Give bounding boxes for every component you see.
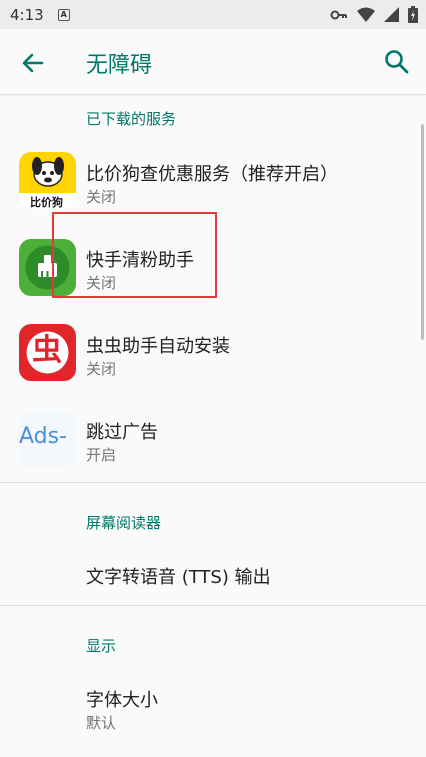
service-item-skip-ads[interactable]: Ads- 跳过广告 开启 [0,402,426,482]
app-bar: 无障碍 [0,29,426,95]
page-title: 无障碍 [86,53,153,78]
chongchong-icon: 虫 [19,324,76,381]
service-status: 开启 [86,446,117,464]
font-size-value: 默认 [86,714,117,732]
bijiagou-icon-label: 比价狗 [30,196,63,209]
vpn-key-icon [330,10,347,19]
section-header-screen-reader: 屏幕阅读器 [86,514,162,532]
search-icon [385,50,409,74]
search-button[interactable] [382,47,412,77]
back-button[interactable] [18,48,48,78]
divider [0,605,426,606]
battery-icon [408,6,418,23]
status-bar: 4:13 A [0,0,426,29]
font-size-item[interactable]: 字体大小 默认 [0,672,426,752]
service-title: 跳过广告 [86,422,158,443]
status-time: 4:13 [10,5,44,24]
chongchong-icon-label: 虫 [32,333,62,368]
tts-output-title: 文字转语音 (TTS) 输出 [86,567,271,588]
bijiagou-icon: 比价狗 [19,152,76,209]
highlight-box [52,212,217,298]
ads-skip-icon: Ads- [19,410,76,467]
tts-output-item[interactable]: 文字转语音 (TTS) 输出 [0,545,426,603]
arrow-back-icon [22,53,44,73]
service-title: 虫虫助手自动安装 [86,336,230,357]
divider [0,482,426,483]
section-header-downloaded: 已下载的服务 [86,110,177,128]
notification-icon: A [57,8,70,21]
font-size-title: 字体大小 [86,690,158,711]
status-icons [330,6,418,23]
signal-icon [384,7,399,22]
service-title: 比价狗查优惠服务（推荐开启） [86,164,338,185]
service-status: 关闭 [86,360,117,378]
service-item-chongchong[interactable]: 虫 虫虫助手自动安装 关闭 [0,316,426,402]
wifi-icon [357,7,375,22]
service-status: 关闭 [86,188,117,206]
ads-icon-label: Ads- [19,424,68,449]
section-header-display: 显示 [86,637,117,655]
